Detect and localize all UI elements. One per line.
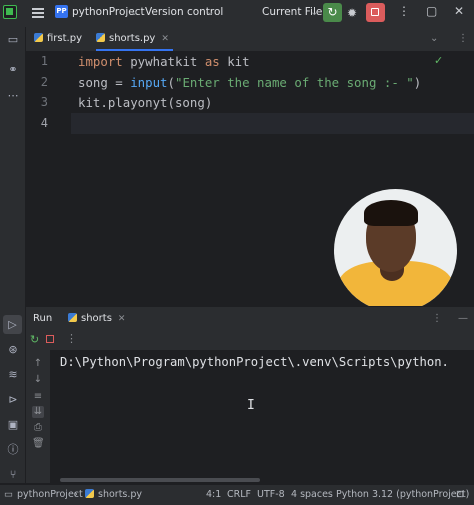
rerun-icon[interactable]: ↻ [30, 333, 39, 346]
chevron-down-icon: ⌄ [310, 6, 319, 18]
more-tools-icon[interactable]: ⋯ [6, 89, 20, 103]
rerun-icon: ↻ [327, 5, 338, 19]
folder-icon[interactable]: ▭ [6, 33, 20, 47]
close-tab-icon[interactable]: ✕ [118, 314, 126, 324]
more-actions-icon[interactable]: ⋮ [66, 332, 77, 345]
webcam-hair [364, 200, 418, 226]
pycharm-logo-icon [3, 5, 17, 19]
tab-first-py[interactable]: first.py [34, 27, 82, 51]
terminal-icon[interactable]: ▣ [6, 418, 20, 432]
console-output: D:\Python\Program\pythonProject\.venv\Sc… [60, 355, 449, 369]
editor-tab-bar: first.py shorts.py ✕ ⌄ ⋮ [26, 27, 474, 52]
line-number: 1 [40, 54, 48, 68]
project-icon: ▭ [4, 489, 13, 500]
print-icon[interactable]: ⎙ [32, 422, 44, 434]
scroll-to-end-icon[interactable]: ⇊ [32, 406, 44, 418]
tab-more-icon[interactable]: ⋮ [458, 27, 468, 51]
code-line-3: kit.playonyt(song) [78, 95, 213, 110]
run-config-label: shorts [81, 313, 112, 324]
horizontal-scrollbar[interactable] [60, 478, 260, 482]
close-icon[interactable]: ✕ [454, 4, 464, 18]
run-button[interactable]: ↻ [323, 3, 342, 22]
code-line-2: song = input("Enter the name of the song… [78, 75, 422, 90]
line-separator[interactable]: CRLF [227, 489, 251, 500]
trash-icon[interactable]: 🗑 [32, 438, 45, 450]
title-bar: PP pythonProject ⌄ Version control ⌄ Cur… [0, 0, 474, 27]
git-icon[interactable]: ⑂ [6, 468, 20, 482]
arrow-up-icon[interactable]: ↑ [32, 358, 44, 370]
code-line-1: import pywhatkit as kit [78, 54, 250, 69]
tab-label: first.py [47, 33, 82, 44]
main-menu-icon[interactable] [32, 8, 44, 18]
run-panel-title[interactable]: Run [33, 313, 52, 324]
services-icon[interactable]: ⊳ [6, 393, 20, 407]
file-encoding[interactable]: UTF-8 [257, 489, 285, 500]
run-console[interactable]: D:\Python\Program\pythonProject\.venv\Sc… [50, 350, 474, 483]
layers-icon[interactable]: ≋ [6, 368, 20, 382]
breadcrumb-file-label: shorts.py [98, 489, 143, 500]
webcam-overlay [334, 189, 457, 312]
problems-icon[interactable]: ⓘ [6, 443, 20, 457]
python-file-icon [85, 489, 94, 498]
run-config-tab[interactable]: shorts ✕ [68, 313, 125, 324]
more-options-icon[interactable]: ⋮ [432, 313, 442, 324]
project-badge[interactable]: PP [55, 5, 68, 18]
text-cursor-ibeam: I [247, 398, 255, 413]
stop-icon[interactable] [46, 335, 54, 343]
maximize-icon[interactable]: ▢ [426, 4, 437, 18]
run-toolbar: ↻ ⋮ [26, 330, 474, 350]
run-side-toolbar: ↑ ↓ ≡ ⇊ ⎙ 🗑 [26, 350, 50, 483]
line-number: 3 [40, 95, 48, 109]
run-tool-icon[interactable]: ▷ [3, 315, 22, 334]
indent-setting[interactable]: 4 spaces [291, 489, 333, 500]
python-console-icon[interactable]: ⊛ [6, 343, 20, 357]
status-bar: ▭ pythonProject › shorts.py 4:1 CRLF UTF… [0, 484, 474, 505]
python-file-icon [96, 33, 105, 42]
debug-icon[interactable]: ✹ [347, 6, 357, 20]
line-number: 2 [40, 75, 48, 89]
arrow-down-icon[interactable]: ↓ [32, 374, 44, 386]
python-interpreter[interactable]: Python 3.12 (pythonProject) [336, 489, 469, 500]
tool-window-bar: ▭ ⚭ ⋯ ▷ ⊛ ≋ ⊳ ▣ ⓘ ⑂ [0, 27, 26, 483]
minimize-panel-icon[interactable]: — [458, 313, 468, 324]
breadcrumb-separator-icon: › [74, 489, 78, 500]
line-number: 4 [40, 116, 48, 130]
caret-position[interactable]: 4:1 [206, 489, 221, 500]
run-panel-header: Run shorts ✕ ⋮ — [26, 306, 474, 331]
breadcrumb-file[interactable]: shorts.py [85, 489, 142, 500]
tab-list-icon[interactable]: ⌄ [430, 27, 438, 51]
tab-label: shorts.py [109, 33, 156, 44]
python-file-icon [34, 33, 43, 42]
chevron-down-icon: ⌄ [206, 6, 215, 18]
more-actions-icon[interactable]: ⋮ [398, 4, 410, 18]
stop-button[interactable] [366, 3, 385, 22]
lock-icon[interactable]: ⊡ [456, 489, 464, 500]
structure-icon[interactable]: ⚭ [6, 63, 20, 77]
chevron-down-icon: ⌄ [130, 6, 139, 18]
current-line-highlight [71, 113, 474, 134]
soft-wrap-icon[interactable]: ≡ [32, 391, 44, 403]
close-tab-icon[interactable]: ✕ [161, 34, 169, 44]
check-icon[interactable]: ✓ [434, 54, 443, 67]
tab-shorts-py[interactable]: shorts.py ✕ [96, 27, 173, 51]
breadcrumb-project[interactable]: pythonProject [17, 489, 83, 500]
python-file-icon [68, 313, 77, 322]
